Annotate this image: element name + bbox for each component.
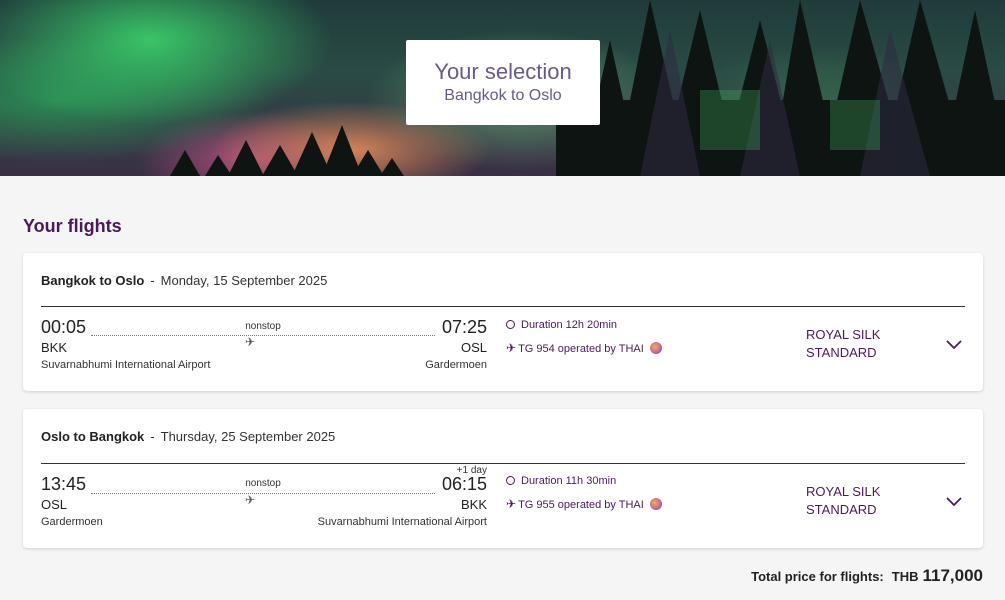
divider <box>41 306 965 307</box>
departure-airport: Suvarnabhumi International Airport <box>41 359 211 371</box>
clock-icon <box>506 476 515 485</box>
stops-label: nonstop <box>245 321 281 332</box>
plane-icon: ✈ <box>506 341 517 355</box>
total-amount: 117,000 <box>922 566 983 585</box>
flight-route: Bangkok to Oslo <box>41 273 145 288</box>
departure-code: BKK <box>41 340 68 355</box>
total-price-label: Total price for flights: <box>751 569 884 584</box>
arrival-code: OSL <box>460 340 487 355</box>
airline-logo-icon <box>649 342 662 354</box>
fare-name: ROYAL SILK <box>806 484 881 499</box>
duration: Duration 11h 30min <box>506 475 616 487</box>
plane-icon: ✈ <box>245 335 256 349</box>
departure-time: 00:05 <box>41 317 87 337</box>
flight-route: Oslo to Bangkok <box>41 429 145 444</box>
flight-number-info[interactable]: ✈ TG 954 operated by THAI <box>506 341 662 355</box>
arrival-time: 06:15 <box>441 474 487 494</box>
flight-card-header: Oslo to Bangkok - Thursday, 25 September 2… <box>41 429 335 444</box>
selection-title: Your selection <box>434 58 572 84</box>
arrival-airport: Gardermoen <box>425 359 487 371</box>
header-separator: - <box>150 273 155 288</box>
airline-logo-icon <box>649 498 662 510</box>
departure-airport: Gardermoen <box>41 516 103 528</box>
fare-class: ROYAL SILK STANDARD <box>806 326 880 362</box>
flight-date: Monday, 15 September 2025 <box>160 273 328 288</box>
duration: Duration 12h 20min <box>506 319 617 331</box>
stops-label: nonstop <box>245 478 281 489</box>
route-line <box>91 335 435 336</box>
flight-date: Thursday, 25 September 2025 <box>160 429 336 444</box>
chevron-down-icon[interactable] <box>945 335 963 353</box>
departure-code: OSL <box>41 497 68 512</box>
plane-icon: ✈ <box>506 497 517 511</box>
fare-type: STANDARD <box>806 502 877 517</box>
flight-number-text[interactable]: TG 955 operated by THAI <box>518 499 644 511</box>
header-separator: - <box>150 429 155 444</box>
selection-subtitle: Bangkok to Oslo <box>444 86 562 104</box>
departure-time: 13:45 <box>41 474 87 494</box>
flight-card-return[interactable]: Oslo to Bangkok - Thursday, 25 September 2… <box>23 409 983 548</box>
duration-text: Duration 11h 30min <box>521 475 617 487</box>
fare-name: ROYAL SILK <box>806 327 881 342</box>
total-price: Total price for flights: THB 117,000 <box>751 566 983 586</box>
arrival-airport: Suvarnabhumi International Airport <box>317 516 487 528</box>
selection-summary-box: Your selection Bangkok to Oslo <box>406 40 600 125</box>
total-currency: THB <box>891 569 919 584</box>
fare-type: STANDARD <box>806 345 877 360</box>
clock-icon <box>506 320 515 329</box>
section-title: Your flights <box>23 216 122 236</box>
route-line <box>91 493 435 494</box>
flight-number-text[interactable]: TG 954 operated by THAI <box>518 343 644 355</box>
arrival-time: 07:25 <box>441 317 487 337</box>
duration-text: Duration 12h 20min <box>521 319 618 331</box>
chevron-down-icon[interactable] <box>945 492 963 510</box>
arrival-code: BKK <box>460 497 487 512</box>
fare-class: ROYAL SILK STANDARD <box>806 483 880 519</box>
flight-number-info[interactable]: ✈ TG 955 operated by THAI <box>506 497 662 511</box>
flight-card-outbound[interactable]: Bangkok to Oslo - Monday, 15 September 202… <box>23 253 983 391</box>
plane-icon: ✈ <box>245 493 256 507</box>
flight-card-header: Bangkok to Oslo - Monday, 15 September 202… <box>41 273 327 288</box>
divider <box>41 463 965 464</box>
